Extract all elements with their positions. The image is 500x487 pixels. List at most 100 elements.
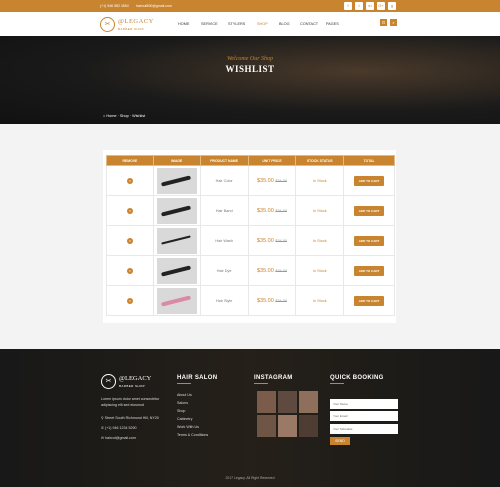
footer-link-salons[interactable]: Salons [177,401,188,405]
col-stock-status: STOCK STATUS [295,155,345,166]
col-remove: REMOVE [106,155,154,166]
remove-icon[interactable]: × [126,237,133,244]
footer-address: Street South Richmond Hill, NY20 [104,416,159,420]
add-to-cart-button[interactable]: ADD TO CART [353,205,385,216]
google-icon[interactable]: g [388,2,396,10]
instagram-photo[interactable] [299,391,318,413]
add-to-cart-button[interactable]: ADD TO CART [353,175,385,186]
col-unit-price: UNIT PRICE [247,155,297,166]
product-name[interactable]: Hair Dye [199,255,249,286]
instagram-photo[interactable] [278,415,297,437]
nav-shop[interactable]: SHOP [257,22,268,26]
product-image[interactable] [156,197,197,224]
unit-price: $35.00 $34.00 [247,285,297,316]
quick-booking-heading: QUICK BOOKING [330,375,384,384]
product-name[interactable]: Hair Color [199,165,249,196]
stock-status: In Stock [295,285,345,316]
product-image[interactable] [156,257,197,284]
add-to-cart-button[interactable]: ADD TO CART [353,295,385,306]
brand-tagline: BARBER SHOP [118,27,145,31]
breadcrumb-wishlist: Wishlist [132,114,146,118]
product-image[interactable] [156,287,197,314]
instagram-photo[interactable] [257,391,276,413]
table-row: × Hair Color $35.00 $34.00 In Stock ADD … [106,165,395,196]
footer-link-terms[interactable]: Terms & Conditions [177,433,208,437]
table-row: × Hair Dye $35.00 $34.00 In Stock ADD TO… [106,255,395,286]
booking-email-field[interactable]: Your Email [330,411,398,421]
wishlist-table: REMOVE IMAGE PRODUCT NAME UNIT PRICE STO… [106,155,395,316]
old-price: $34.00 [275,178,287,183]
nav-contact[interactable]: CONTACT [300,22,318,26]
search-icon[interactable]: ⌕ [390,19,397,26]
footer-link-cabinetry[interactable]: Cabinetry [177,417,192,421]
instagram-heading: INSTAGRAM [254,375,293,384]
add-to-cart-button[interactable]: ADD TO CART [353,265,385,276]
col-total: TOTAL [343,155,395,166]
breadcrumb-shop[interactable]: Shop [120,114,129,118]
footer-link-work[interactable]: Work With Us [177,425,199,429]
email-text: haircut590@gmail.com [136,4,172,8]
booking-schedule-field[interactable]: Your Schedule [330,424,398,434]
footer-logo-icon[interactable]: ✂ [101,374,116,389]
instagram-photo[interactable] [257,415,276,437]
nav-service[interactable]: SERVICE [201,22,218,26]
hero-subtitle: Welcome Our Shop [226,56,274,62]
breadcrumb: ⌂ Home · Shop · Wishlist [103,114,146,118]
product-name[interactable]: Hair Wash [199,225,249,256]
facebook-icon[interactable]: f [344,2,352,10]
nav-blog[interactable]: BLOG [279,22,290,26]
product-name[interactable]: Hair Band [199,195,249,226]
nav-home[interactable]: HOME [178,22,189,26]
footer-email[interactable]: haircut@gmail.com [105,436,136,440]
old-price: $34.00 [275,268,287,273]
copyright-text: 2017 Legacy. All Right Reserved [225,476,275,480]
mail-icon: ✉ [101,436,105,440]
hair-salon-heading: HAIR SALON [177,375,217,384]
unit-price: $35.00 $34.00 [247,255,297,286]
footer [0,349,500,487]
instagram-photo[interactable] [278,391,297,413]
nav-pages[interactable]: PAGES [326,22,339,26]
unit-price: $35.00 $34.00 [247,195,297,226]
location-icon: ⚲ [101,416,104,420]
remove-icon[interactable]: × [126,207,133,214]
footer-link-shop[interactable]: Shop [177,409,185,413]
footer-link-about[interactable]: About Us [177,393,192,397]
table-row: × Hair Style $35.00 $34.00 In Stock ADD … [106,285,395,316]
linkedin-icon[interactable]: in [366,2,374,10]
remove-icon[interactable]: × [126,297,133,304]
col-product-name: PRODUCT NAME [199,155,249,166]
booking-name-field[interactable]: Your Name [330,399,398,409]
phone-text: (+1) 946 582 4554 [100,4,129,8]
remove-icon[interactable]: × [126,267,133,274]
unit-price: $35.00 $34.00 [247,165,297,196]
scissors-logo-icon[interactable]: ✂ [100,17,115,32]
top-bar: (+1) 946 582 4554 haircut590@gmail.com f… [0,0,500,12]
table-row: × Hair Band $35.00 $34.00 In Stock ADD T… [106,195,395,226]
breadcrumb-home[interactable]: Home [106,114,116,118]
cart-icon[interactable]: ⊡ [380,19,387,26]
remove-icon[interactable]: × [126,177,133,184]
twitter-icon[interactable]: t [355,2,363,10]
stock-status: In Stock [295,195,345,226]
unit-price: $35.00 $34.00 [247,225,297,256]
product-image[interactable] [156,167,197,194]
old-price: $34.00 [275,208,287,213]
add-to-cart-button[interactable]: ADD TO CART [353,235,385,246]
stock-status: In Stock [295,165,345,196]
nav-stylers[interactable]: STYLERS [228,22,245,26]
main-navbar [0,12,500,36]
page-title: WISHLIST [225,64,275,74]
old-price: $34.00 [275,238,287,243]
footer-phone: (+1) 946 1234 5290 [105,426,137,430]
google-plus-icon[interactable]: G+ [377,2,385,10]
product-image[interactable] [156,227,197,254]
old-price: $34.00 [275,298,287,303]
send-button[interactable]: SEND [330,437,350,445]
instagram-photo[interactable] [299,415,318,437]
col-image: IMAGE [152,155,201,166]
product-name[interactable]: Hair Style [199,285,249,316]
stock-status: In Stock [295,255,345,286]
hero-banner: Welcome Our Shop WISHLIST [0,36,500,124]
brand-name[interactable]: @LEGACY [118,18,154,25]
